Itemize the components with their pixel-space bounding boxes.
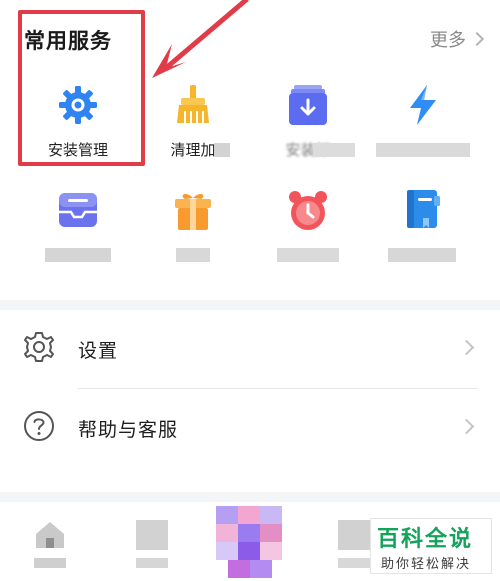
service-fourth[interactable] [368, 83, 478, 193]
obscured-label [376, 143, 470, 157]
obscured-patch [313, 143, 355, 157]
obscured-label [176, 248, 210, 262]
book-icon [407, 190, 440, 228]
center-app-icon [216, 506, 282, 578]
common-services-card: 常用服务 更多 安装管理 清理加 安装卸 [0, 0, 500, 300]
service-cleanup[interactable]: 清理加 [138, 83, 248, 193]
menu-item-label: 设置 [78, 340, 119, 362]
more-link[interactable]: 更多 [430, 26, 485, 52]
service-label: 清理加 [170, 141, 216, 159]
tab-home[interactable] [30, 514, 70, 570]
gift-icon [175, 194, 211, 230]
tab-center[interactable] [206, 502, 296, 581]
obscured-label [277, 248, 339, 262]
download-box-icon [289, 85, 327, 125]
obscured-label [45, 248, 111, 262]
alarm-clock-icon [289, 191, 327, 230]
tab-icon [338, 520, 370, 550]
menu-item-label: 帮助与客服 [78, 419, 179, 441]
question-circle-icon [24, 411, 54, 441]
tab-second[interactable] [132, 514, 172, 570]
more-label: 更多 [430, 30, 466, 51]
chevron-right-icon [458, 339, 475, 356]
tab-fourth[interactable] [334, 514, 374, 570]
tab-icon [136, 520, 168, 550]
service-seventh[interactable] [253, 188, 363, 298]
service-fifth[interactable] [23, 188, 133, 298]
chevron-right-icon [469, 31, 485, 47]
watermark-logo: 百科全说 助你轻松解决 [370, 518, 492, 574]
broom-icon [177, 85, 209, 123]
menu-card: 设置 帮助与客服 [0, 310, 500, 492]
chevron-right-icon [458, 418, 475, 435]
service-sixth[interactable] [138, 188, 248, 298]
obscured-label [338, 558, 370, 568]
gear-outline-icon [24, 332, 54, 362]
watermark-subtitle: 助你轻松解决 [381, 557, 472, 572]
obscured-label [136, 558, 168, 568]
inbox-icon [59, 193, 97, 227]
obscured-label [34, 558, 66, 568]
service-install-uninstall[interactable]: 安装卸 [253, 83, 363, 193]
menu-item-help[interactable]: 帮助与客服 [0, 389, 500, 467]
lightning-icon [410, 85, 436, 125]
obscured-label [388, 248, 456, 262]
highlight-box [18, 10, 145, 166]
obscured-patch [214, 143, 230, 157]
watermark-title: 百科全说 [377, 527, 474, 552]
service-eighth[interactable] [368, 188, 478, 298]
menu-item-settings[interactable]: 设置 [0, 310, 500, 389]
home-icon [36, 522, 64, 548]
